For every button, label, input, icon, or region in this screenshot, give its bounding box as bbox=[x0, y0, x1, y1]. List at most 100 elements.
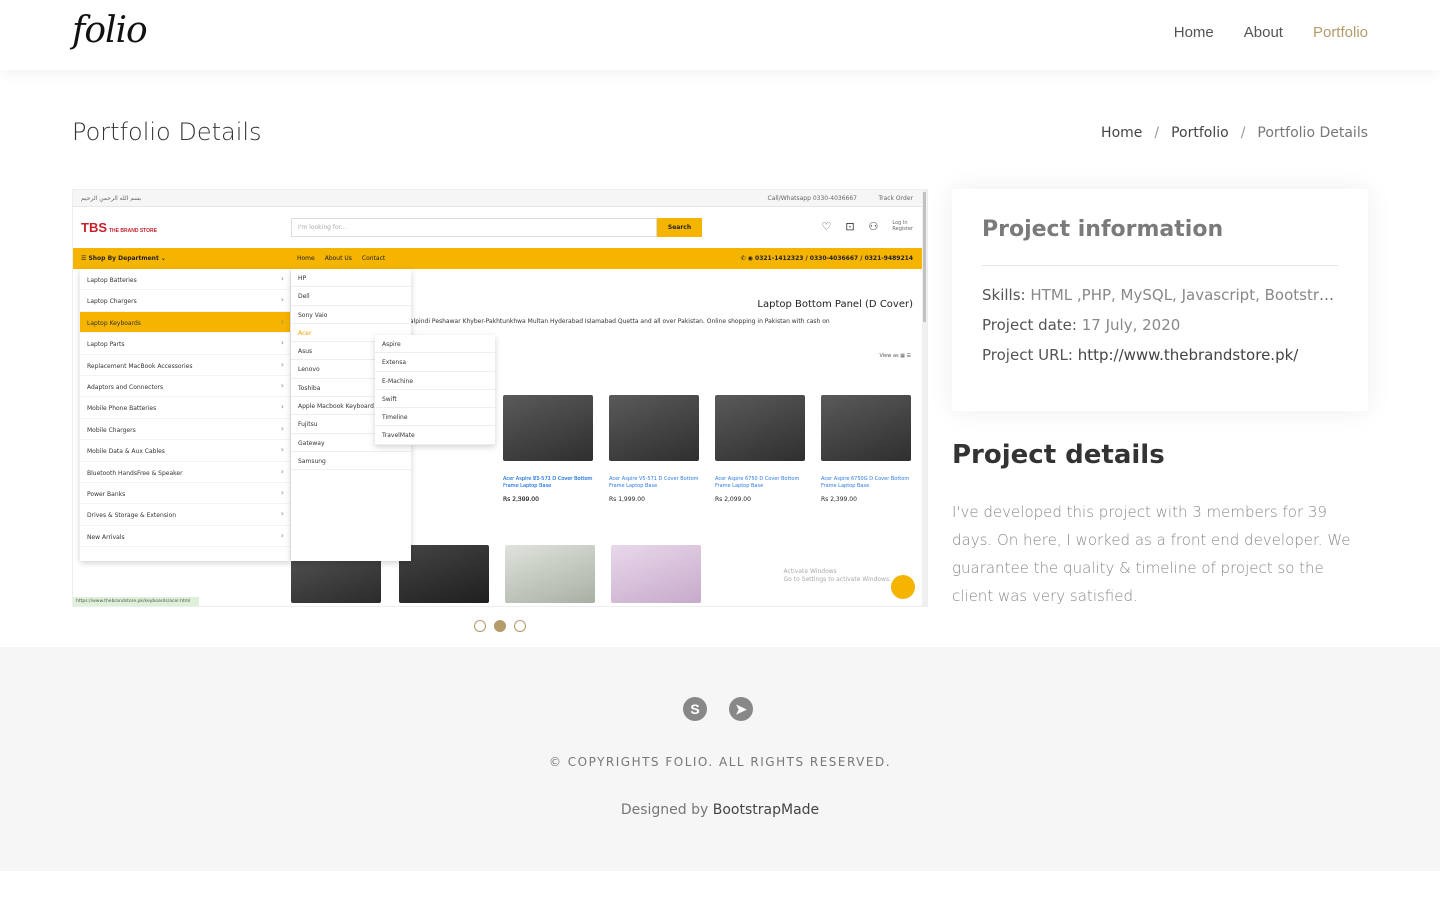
shot-model-item: Timeline bbox=[375, 408, 495, 427]
shot-track: Track Order bbox=[878, 195, 913, 202]
project-info-card: Project information Skills: HTML ,PHP, M… bbox=[952, 189, 1368, 411]
shot-menu-item: Laptop Chargers bbox=[80, 290, 290, 312]
nav-home[interactable]: Home bbox=[1174, 24, 1214, 41]
shot-product-image bbox=[505, 545, 595, 603]
shot-model-item: E-Machine bbox=[375, 372, 495, 390]
shot-menu-item: Mobile Phone Batteries bbox=[80, 397, 290, 419]
site-footer: S ➤ © COPYRIGHTS FOLIO. ALL RIGHTS RESER… bbox=[0, 647, 1440, 871]
shot-link: About Us bbox=[324, 255, 352, 262]
credits-label: Designed by bbox=[620, 802, 709, 818]
project-url-link[interactable]: http://www.thebrandstore.pk/ bbox=[1078, 346, 1299, 364]
breadcrumb-current: Portfolio Details bbox=[1257, 125, 1368, 141]
shot-navbar: ☰ Shop By Department ⌄ Home About Us Con… bbox=[73, 248, 927, 269]
project-url: Project URL: http://www.thebrandstore.pk… bbox=[982, 346, 1338, 376]
shot-menu-item: Laptop Batteries bbox=[80, 269, 290, 291]
shot-product-price: Rs 2,399.00 bbox=[821, 496, 857, 503]
project-date: Project date: 17 July, 2020 bbox=[982, 316, 1338, 346]
shot-menu-item: Mobile Chargers bbox=[80, 419, 290, 441]
shot-model-item: Swift bbox=[375, 390, 495, 409]
copyright: © COPYRIGHTS FOLIO. ALL RIGHTS RESERVED. bbox=[548, 755, 892, 769]
shot-menu-item: Bluetooth HandsFree & Speaker bbox=[80, 462, 290, 483]
shot-logo-sub: THE BRAND STORE bbox=[109, 228, 157, 234]
skype-icon[interactable]: S bbox=[683, 697, 707, 721]
credits: Designed by BootstrapMade bbox=[0, 802, 1440, 818]
shot-call: Call/Whatsapp 0330-4036667 bbox=[767, 195, 857, 202]
designer-link[interactable]: BootstrapMade bbox=[713, 802, 819, 818]
shot-product-name: Acer Aspire V3-571 D Cover Bottom Frame … bbox=[503, 476, 593, 489]
shot-product-card: Acer Aspire V5-571 D Cover Bottom Frame … bbox=[609, 395, 705, 503]
shot-product-title: Laptop Bottom Panel (D Cover) bbox=[757, 299, 913, 310]
shot-model-item: TravelMate bbox=[375, 426, 495, 445]
shot-menu-item: Drives & Storage & Extension bbox=[80, 504, 290, 526]
shot-header-icons: ♡ ⊡ ⚇ Log In Register bbox=[821, 220, 913, 233]
shot-product-name: Acer Aspire 6750G D Cover Bottom Frame L… bbox=[821, 476, 910, 489]
shot-menu-item: Laptop Keyboards bbox=[80, 311, 290, 334]
nav-about[interactable]: About bbox=[1244, 24, 1283, 41]
shot-category-menu: Laptop Batteries Laptop Chargers Laptop … bbox=[80, 269, 290, 561]
slider-dot[interactable] bbox=[474, 620, 486, 632]
nav-portfolio[interactable]: Portfolio bbox=[1313, 24, 1368, 41]
shot-model-menu: Aspire Extensa E-Machine Swift Timeline … bbox=[375, 335, 495, 445]
shot-dept-label: Shop By Department bbox=[88, 255, 159, 262]
shot-brand-item: HP bbox=[291, 269, 411, 288]
main-nav: Home About Portfolio bbox=[1174, 24, 1368, 41]
shot-product-card: Acer Aspire V3-571 D Cover Bottom Frame … bbox=[503, 395, 599, 503]
project-skills: Skills: HTML ,PHP, MySQL, Javascript, Bo… bbox=[982, 286, 1338, 316]
shot-product-price: Rs 2,099.00 bbox=[715, 496, 751, 503]
telegram-icon[interactable]: ➤ bbox=[729, 697, 753, 721]
user-icon: ⚇ bbox=[868, 220, 879, 233]
shot-arabic-text: بسم الله الرحمن الرحيم bbox=[81, 195, 142, 202]
slider-dot-active[interactable] bbox=[494, 620, 506, 632]
project-info-list: Skills: HTML ,PHP, MySQL, Javascript, Bo… bbox=[982, 286, 1338, 376]
breadcrumb-portfolio[interactable]: Portfolio bbox=[1171, 125, 1229, 141]
shot-search-input: I'm looking for... bbox=[291, 218, 657, 237]
cart-icon: ⊡ bbox=[845, 220, 855, 233]
shot-watermark-2: Go to Settings to activate Windows. bbox=[783, 576, 891, 583]
shot-link: Contact bbox=[361, 255, 386, 262]
site-header: folio Home About Portfolio bbox=[0, 0, 1440, 70]
date-value: 17 July, 2020 bbox=[1081, 316, 1181, 334]
date-label: Project date: bbox=[982, 316, 1077, 334]
shot-menu-item: Power Banks bbox=[80, 483, 290, 505]
shot-product-desc: walpindi Peshawar Khyber-Pakhtunkhwa Mul… bbox=[405, 318, 830, 325]
skills-value: HTML ,PHP, MySQL, Javascript, Bootstrap.… bbox=[1030, 286, 1338, 304]
shot-product-image bbox=[399, 545, 489, 603]
shot-menu-item: Adaptors and Connectors bbox=[80, 376, 290, 398]
slider-pagination bbox=[474, 620, 526, 632]
shot-view-as-label: View as bbox=[879, 353, 899, 359]
shot-links: Home About Us Contact bbox=[297, 255, 385, 262]
breadcrumb-home[interactable]: Home bbox=[1101, 125, 1142, 141]
shot-brand-item: Samsung bbox=[291, 452, 411, 471]
shot-menu-item: New Arrivals bbox=[80, 526, 290, 548]
shot-model-item: Aspire bbox=[375, 335, 495, 354]
logo[interactable]: folio bbox=[72, 10, 148, 51]
shot-product-name: Acer Aspire V5-571 D Cover Bottom Frame … bbox=[609, 476, 699, 489]
social-links: S ➤ bbox=[683, 697, 753, 721]
shot-brand-item: Sony Vaio bbox=[291, 306, 411, 324]
shot-view-as: View as ▦ ☰ bbox=[879, 353, 911, 359]
divider bbox=[982, 265, 1338, 266]
project-details-text: I've developed this project with 3 membe… bbox=[952, 503, 1351, 605]
breadcrumb: Home / Portfolio / Portfolio Details bbox=[1101, 125, 1368, 141]
chat-icon bbox=[891, 575, 915, 599]
url-label: Project URL: bbox=[982, 346, 1073, 364]
shot-product-price: Rs 1,999.00 bbox=[609, 496, 645, 503]
shot-menu-item: Replacement MacBook Accessories bbox=[80, 355, 290, 376]
slider-dot[interactable] bbox=[514, 620, 526, 632]
portfolio-slide-image[interactable]: بسم الله الرحمن الرحيم Call/Whatsapp 033… bbox=[72, 189, 928, 607]
shot-menu-item: Mobile Data & Aux Cables bbox=[80, 440, 290, 462]
shot-dept: ☰ Shop By Department ⌄ bbox=[81, 255, 166, 262]
shot-phone-numbers: 0321-1412323 / 0330-4036667 / 0321-94892… bbox=[755, 255, 913, 262]
heart-icon: ♡ bbox=[821, 220, 832, 233]
shot-product-card: Acer Aspire 6750G D Cover Bottom Frame L… bbox=[821, 395, 917, 503]
shot-product-card: Acer Aspire 6750 D Cover Bottom Frame La… bbox=[715, 395, 811, 503]
breadcrumb-separator: / bbox=[1240, 125, 1246, 141]
shot-watermark: Activate Windows Go to Settings to activa… bbox=[784, 568, 891, 584]
shot-watermark-1: Activate Windows bbox=[783, 568, 837, 575]
shot-status-url: https://www.thebrandstore.pk/keyboards/a… bbox=[73, 597, 199, 606]
shot-scrollbar bbox=[922, 190, 927, 606]
shot-product-price: Rs 2,500.00 bbox=[503, 496, 539, 503]
shot-logo-text: TBS bbox=[81, 220, 107, 235]
shot-model-item: Extensa bbox=[375, 353, 495, 372]
shot-product-name: Acer Aspire 6750 D Cover Bottom Frame La… bbox=[715, 476, 800, 489]
